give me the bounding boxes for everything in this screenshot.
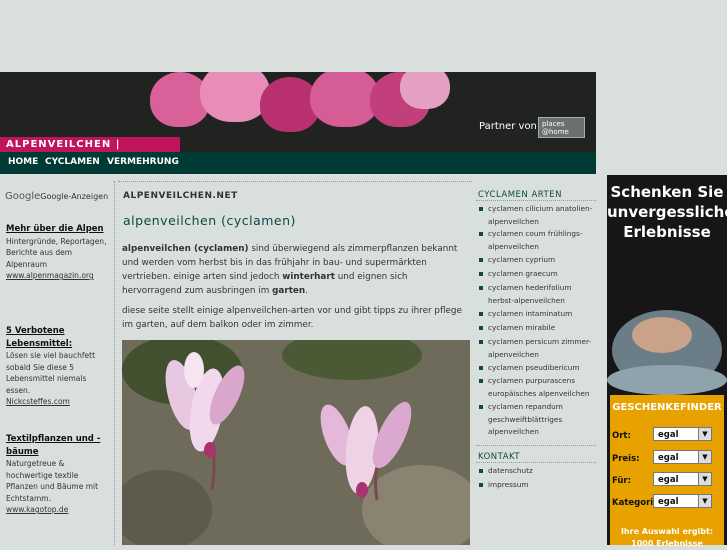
cyclamen-photo-image: [122, 340, 470, 545]
list-item[interactable]: cyclamen coum frühlings-alpenveilchen: [478, 228, 593, 253]
cyclamen-photo: [122, 340, 470, 545]
ad-url[interactable]: www.kagotop.de: [6, 504, 111, 516]
main-nav: HOME CYCLAMEN VERMEHRUNG: [0, 152, 596, 174]
ad-url[interactable]: www.alpenmagazin.org: [6, 270, 111, 282]
list-item[interactable]: cyclamen persicum zimmer-alpenveilchen: [478, 336, 593, 361]
ad-title[interactable]: Textilpflanzen und -bäume: [6, 433, 111, 458]
list-item[interactable]: cyclamen graecum: [478, 268, 593, 281]
ad-item[interactable]: Mehr über die Alpen Hintergründe, Report…: [6, 223, 111, 282]
gift-finder-title: GESCHENKEFINDER: [612, 402, 722, 413]
divider: [476, 200, 596, 201]
list-item[interactable]: cyclamen cyprium: [478, 254, 593, 267]
kategorie-select[interactable]: egal ▼: [653, 494, 712, 508]
breadcrumb[interactable]: ALPENVEILCHEN.NET: [123, 191, 238, 201]
kontakt-heading: KONTAKT: [478, 452, 521, 462]
fuer-select[interactable]: egal ▼: [653, 472, 712, 486]
nav-home[interactable]: HOME: [8, 157, 38, 167]
ad-title[interactable]: 5 Verbotene Lebensmittel:: [6, 325, 111, 350]
preis-select[interactable]: egal ▼: [653, 450, 712, 464]
ad-item[interactable]: Textilpflanzen und -bäume Naturgetreue &…: [6, 433, 111, 516]
list-item[interactable]: cyclamen mirabile: [478, 322, 593, 335]
result-value: 1000 Erlebnisse: [631, 539, 703, 548]
chevron-down-icon[interactable]: ▼: [698, 495, 711, 507]
intro-paragraph: alpenveilchen (cyclamen) sind überwiegen…: [122, 242, 470, 298]
bold-text: alpenveilchen (cyclamen): [122, 244, 249, 254]
ad-text: Naturgetreue & hochwertige textile Pflan…: [6, 459, 99, 503]
list-item[interactable]: cyclamen intaminatum: [478, 308, 593, 321]
bold-text: garten: [272, 286, 306, 296]
second-paragraph: diese seite stellt einige alpenveilchen-…: [122, 306, 462, 330]
list-item[interactable]: impressum: [478, 479, 593, 492]
list-item[interactable]: datenschutz: [478, 465, 593, 478]
chevron-down-icon[interactable]: ▼: [698, 428, 711, 440]
site-brand[interactable]: ALPENVEILCHEN | CYCLAMEN: [0, 137, 180, 165]
nav-cyclamen[interactable]: CYCLAMEN: [45, 157, 100, 167]
page-title: alpenveilchen (cyclamen): [123, 213, 296, 228]
ad-item[interactable]: 5 Verbotene Lebensmittel: Lösen sie viel…: [6, 325, 111, 408]
list-item[interactable]: cyclamen hederifolium herbst-alpenveilch…: [478, 282, 593, 307]
field-label: Ort:: [612, 431, 631, 441]
ad-text: Lösen sie viel bauchfett sobald Sie dies…: [6, 351, 96, 395]
partner-logo[interactable]: places @home: [538, 117, 585, 138]
flower-petal: [200, 72, 270, 122]
result-label: Ihre Auswahl ergibt:: [620, 527, 714, 536]
bold-text: winterhart: [282, 272, 335, 282]
select-value: egal: [658, 430, 679, 440]
field-label: Preis:: [612, 454, 640, 464]
ad-url[interactable]: Nickcsteffes.com: [6, 396, 111, 408]
arten-heading: CYCLAMEN ARTEN: [478, 190, 562, 200]
banner-headline[interactable]: Schenken Sie unvergessliche Erlebnisse: [607, 182, 727, 242]
ad-title[interactable]: Mehr über die Alpen: [6, 223, 111, 236]
select-value: egal: [658, 497, 679, 507]
paragraph-text: .: [305, 286, 308, 296]
list-item[interactable]: cyclamen pseudibericum: [478, 362, 593, 375]
chevron-down-icon[interactable]: ▼: [698, 451, 711, 463]
gift-finder: [610, 395, 724, 545]
field-label: Für:: [612, 476, 632, 486]
ads-label-text: Google-Anzeigen: [40, 192, 109, 201]
partner-label: Partner von: [479, 121, 537, 132]
select-value: egal: [658, 475, 679, 485]
flower-petal: [400, 72, 450, 109]
divider: [476, 462, 596, 463]
select-value: egal: [658, 453, 679, 463]
ad-text: Hintergründe, Reportagen, Berichte aus d…: [6, 236, 107, 269]
google-logo: Google: [5, 191, 41, 202]
nav-vermehrung[interactable]: VERMEHRUNG: [107, 157, 179, 167]
ort-select[interactable]: egal ▼: [653, 427, 712, 441]
list-item[interactable]: cyclamen repandum geschweiftblättriges a…: [478, 401, 593, 439]
google-ads-label: GoogleGoogle-Anzeigen: [5, 191, 108, 202]
result-count[interactable]: Ihre Auswahl ergibt: 1000 Erlebnisse: [612, 526, 722, 550]
list-item[interactable]: cyclamen purpurascens europäisches alpen…: [478, 375, 593, 400]
list-item[interactable]: cyclamen cilicium anatolien-alpenveilche…: [478, 203, 593, 228]
divider: [476, 445, 596, 446]
chevron-down-icon[interactable]: ▼: [698, 473, 711, 485]
